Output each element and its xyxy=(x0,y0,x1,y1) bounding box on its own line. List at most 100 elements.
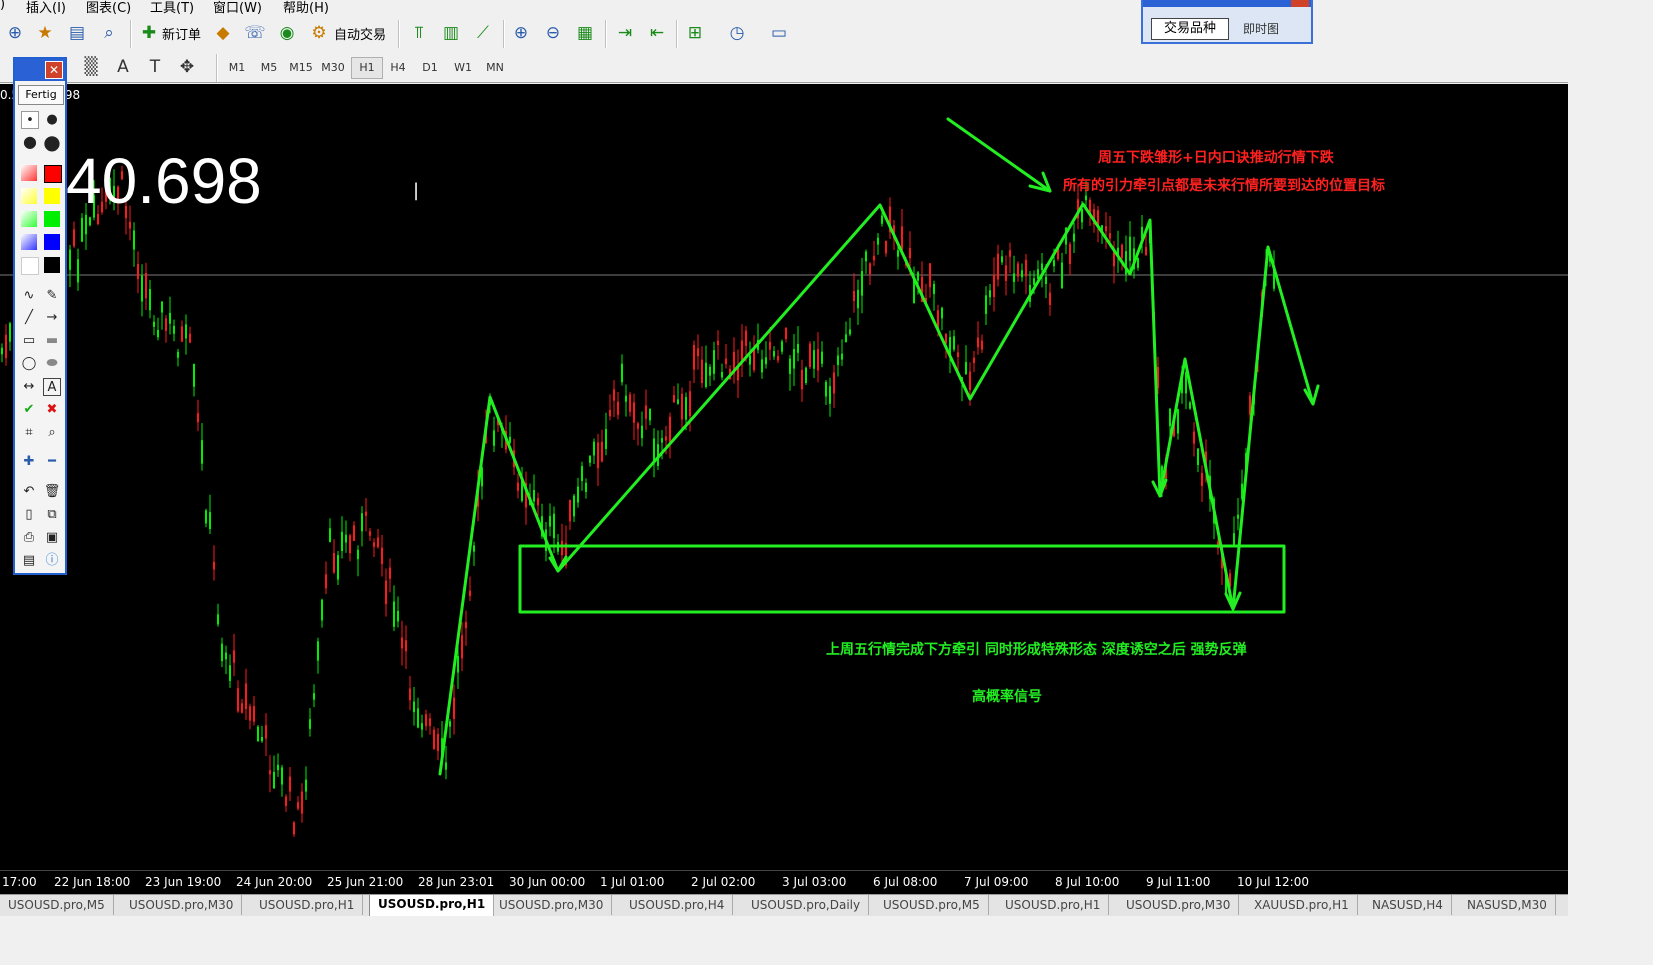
chart-tab[interactable]: USOUSD.pro,H1 xyxy=(997,895,1110,915)
palette-done-button[interactable]: Fertig xyxy=(18,85,64,105)
plus-icon[interactable]: ✚ xyxy=(20,453,38,471)
color-swatch-light-red[interactable] xyxy=(21,165,37,181)
palette-header[interactable]: ✕ xyxy=(15,59,65,81)
chart-tab[interactable]: NASUSD,H4 xyxy=(1364,895,1452,915)
bar-chart-icon[interactable]: ⫪ xyxy=(408,22,430,44)
chart-tab[interactable]: USOUSD.pro,Daily xyxy=(743,895,870,915)
menu-help[interactable]: 帮助(H) xyxy=(283,0,329,14)
screenshot-icon[interactable]: ▤ xyxy=(20,552,38,570)
crop-icon[interactable]: ⌗ xyxy=(20,424,38,442)
chart-tab[interactable]: USOUSD.pro,M30 xyxy=(121,895,243,915)
tab-tick-chart[interactable]: 即时图 xyxy=(1229,20,1293,38)
chart-tab-active[interactable]: USOUSD.pro,H1 xyxy=(369,895,495,916)
color-swatch-green[interactable] xyxy=(44,211,60,227)
navigator-icon[interactable]: ▤ xyxy=(66,22,88,44)
chart-tab[interactable]: USOUSD.pro,H4 xyxy=(621,895,734,915)
color-swatch-light-blue[interactable] xyxy=(21,234,37,250)
tf-h4[interactable]: H4 xyxy=(383,58,413,78)
new-order-button[interactable]: 新订单 xyxy=(162,24,201,43)
tf-m5[interactable]: M5 xyxy=(254,58,284,78)
minus-icon[interactable]: ━ xyxy=(43,453,61,471)
chart-tab[interactable]: XAUUSD.pro,H1 xyxy=(1246,895,1358,915)
chart-tab[interactable]: NASUSD,M30 xyxy=(1459,895,1556,915)
arrows-icon[interactable]: ✥ xyxy=(176,56,198,78)
tf-m30[interactable]: M30 xyxy=(318,58,348,78)
line-tool-icon[interactable]: ╱ xyxy=(20,309,38,327)
tf-m15[interactable]: M15 xyxy=(286,58,316,78)
favorites-icon[interactable]: ★ xyxy=(34,22,56,44)
color-swatch-light-yellow[interactable] xyxy=(21,188,37,204)
tf-m1[interactable]: M1 xyxy=(222,58,252,78)
strategy-tester-icon[interactable]: ⌕ xyxy=(98,22,120,44)
auto-trading-icon[interactable]: ⚙ xyxy=(308,22,330,44)
metaeditor-icon[interactable]: ◆ xyxy=(212,22,234,44)
save-icon[interactable]: ▣ xyxy=(43,529,61,547)
text-tool-icon[interactable]: A xyxy=(43,378,61,396)
copy-icon[interactable]: ⧉ xyxy=(43,506,61,524)
auto-scroll-icon[interactable]: ⇥ xyxy=(614,22,636,44)
zoom-in-icon[interactable]: ⊕ xyxy=(510,22,532,44)
color-swatch-white[interactable] xyxy=(21,257,39,275)
dot-large-icon[interactable]: ● xyxy=(21,133,39,151)
close-icon[interactable]: ✕ xyxy=(45,61,63,79)
signals-icon[interactable]: ◉ xyxy=(276,22,298,44)
period-separators-icon[interactable]: ▒ xyxy=(80,56,102,78)
zoom-icon[interactable]: ⌕ xyxy=(43,424,61,442)
text-label-icon[interactable]: T xyxy=(144,56,166,78)
color-swatch-light-green[interactable] xyxy=(21,211,37,227)
candlestick-icon[interactable]: ▥ xyxy=(440,22,462,44)
tf-h1[interactable]: H1 xyxy=(351,57,383,79)
print-icon[interactable]: ⎙ xyxy=(20,529,38,547)
arrow-tool-icon[interactable]: → xyxy=(43,309,61,327)
tab-symbols[interactable]: 交易品种 xyxy=(1151,18,1229,40)
crosshair-icon[interactable]: ⊕ xyxy=(4,22,26,44)
chart-area[interactable]: 0.599 40.698 40.698 | 周五下跌雏形+日内口诀推动行情下跌 … xyxy=(0,84,1568,870)
color-swatch-yellow[interactable] xyxy=(44,188,60,204)
chart-tab[interactable]: USOUSD.pro,M5 xyxy=(0,895,114,915)
tf-mn[interactable]: MN xyxy=(480,58,510,78)
new-order-icon[interactable]: ✚ xyxy=(138,22,160,44)
templates-icon[interactable]: ▭ xyxy=(768,22,790,44)
filled-ellipse-icon[interactable]: ⬬ xyxy=(43,355,61,373)
undo-icon[interactable]: ↶ xyxy=(20,483,38,501)
line-chart-icon[interactable]: ⟋ xyxy=(472,22,494,44)
zoom-out-icon[interactable]: ⊖ xyxy=(542,22,564,44)
color-swatch-red[interactable] xyxy=(44,165,62,183)
trash-icon[interactable]: 🗑 xyxy=(43,483,61,501)
indicators-icon[interactable]: ⊞ xyxy=(684,22,706,44)
menu-charts[interactable]: 图表(C) xyxy=(86,0,131,14)
color-swatch-blue[interactable] xyxy=(44,234,60,250)
chart-tab[interactable]: USOUSD.pro,M30 xyxy=(491,895,613,915)
menu-window[interactable]: 窗口(W) xyxy=(213,0,262,14)
color-swatch-black[interactable] xyxy=(44,257,60,273)
double-arrow-icon[interactable]: ↔ xyxy=(20,378,38,396)
menu-insert[interactable]: 插入(I) xyxy=(26,0,66,14)
check-icon[interactable]: ✔ xyxy=(20,401,38,419)
new-file-icon[interactable]: ▯ xyxy=(20,506,38,524)
freehand-icon[interactable]: ∿ xyxy=(20,287,38,305)
dot-xlarge-icon[interactable]: ● xyxy=(43,132,61,152)
periods-icon[interactable]: ◷ xyxy=(726,22,748,44)
rectangle-icon[interactable]: ▭ xyxy=(20,332,38,350)
tile-windows-icon[interactable]: ▦ xyxy=(574,22,596,44)
ellipse-icon[interactable]: ◯ xyxy=(20,355,38,373)
auto-trading-button[interactable]: 自动交易 xyxy=(334,24,386,43)
popup-close-icon[interactable] xyxy=(1291,0,1309,7)
cross-icon[interactable]: ✖ xyxy=(43,401,61,419)
popup-titlebar[interactable] xyxy=(1143,0,1311,7)
chart-tab[interactable]: USOUSD.pro,H1 xyxy=(251,895,364,915)
mailbox-icon[interactable]: ☏ xyxy=(244,22,266,44)
menu-tools[interactable]: 工具(T) xyxy=(150,0,194,14)
tf-d1[interactable]: D1 xyxy=(415,58,445,78)
chart-shift-icon[interactable]: ⇤ xyxy=(646,22,668,44)
text-icon[interactable]: A xyxy=(112,56,134,78)
dot-small-icon[interactable]: • xyxy=(21,111,39,129)
eraser-icon[interactable]: ✎ xyxy=(43,287,61,305)
info-icon[interactable]: ⓘ xyxy=(43,552,61,570)
candle-body xyxy=(353,525,355,541)
tf-w1[interactable]: W1 xyxy=(448,58,478,78)
chart-tab[interactable]: USOUSD.pro,M5 xyxy=(875,895,989,915)
filled-rectangle-icon[interactable]: ▬ xyxy=(43,332,61,350)
dot-medium-icon[interactable]: ● xyxy=(43,111,61,129)
chart-tab[interactable]: USOUSD.pro,M30 xyxy=(1118,895,1240,915)
